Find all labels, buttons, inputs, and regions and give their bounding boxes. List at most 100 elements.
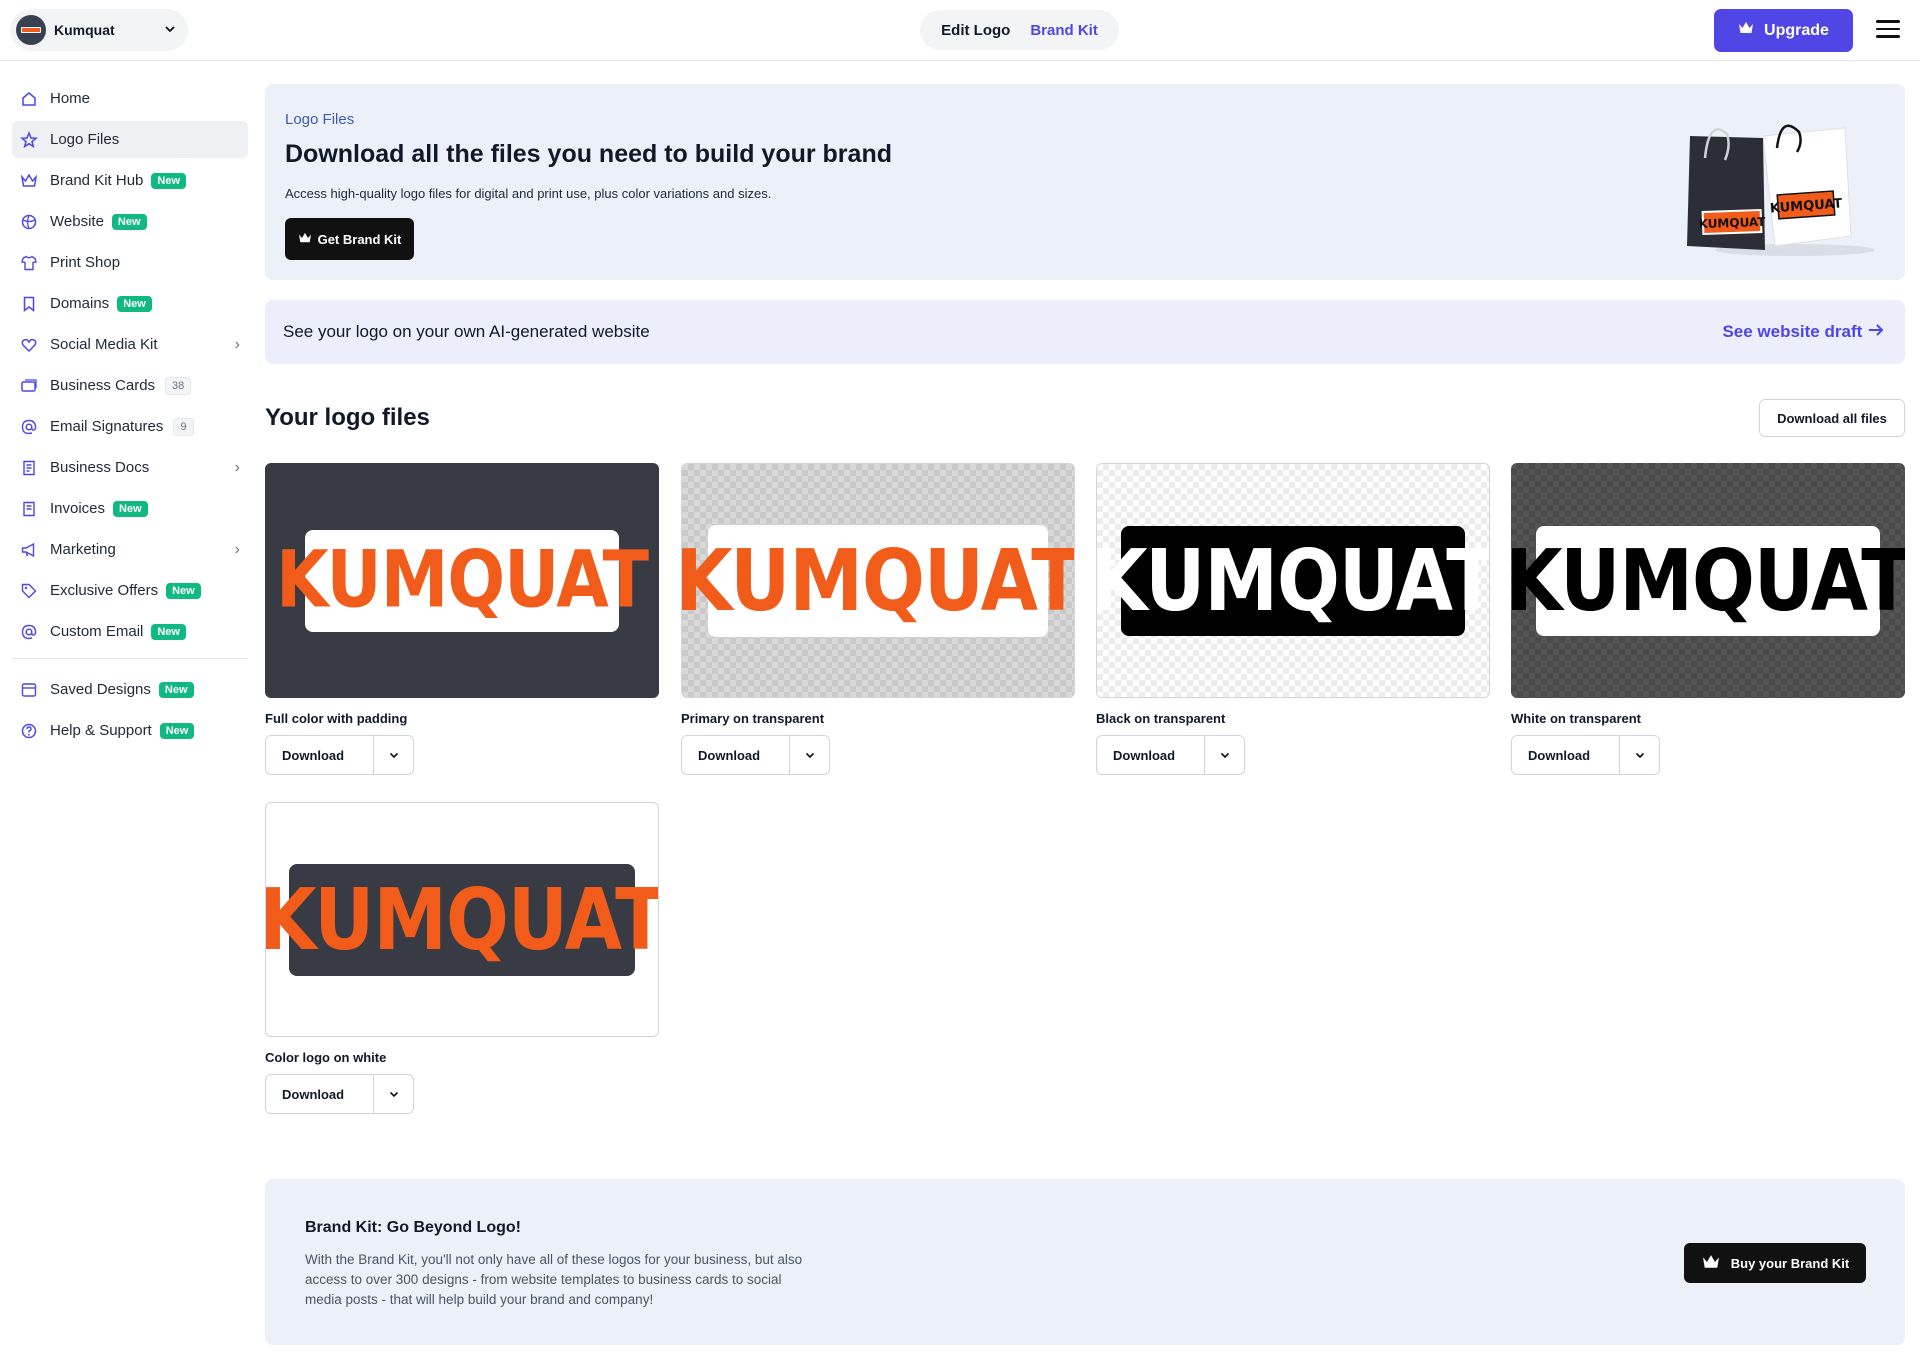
logo-preview[interactable]: KUMQUAT xyxy=(265,802,659,1037)
sidebar-item-label: Business Docs xyxy=(50,459,150,476)
buy-brand-kit-label: Buy your Brand Kit xyxy=(1730,1255,1850,1271)
sidebar-item-saved-designs[interactable]: Saved Designs New xyxy=(12,671,248,708)
logo-preview[interactable]: KUMQUAT xyxy=(265,463,659,698)
sidebar-item-business-docs[interactable]: Business Docs › xyxy=(12,449,248,486)
chevron-down-icon[interactable] xyxy=(1619,736,1659,774)
download-split-button: Download xyxy=(265,1074,414,1114)
sidebar-item-marketing[interactable]: Marketing › xyxy=(12,531,248,568)
download-button[interactable]: Download xyxy=(682,736,789,774)
sidebar-item-help-support[interactable]: Help & Support New xyxy=(12,712,248,749)
sidebar-item-logo-files[interactable]: Logo Files xyxy=(12,121,248,158)
help-icon xyxy=(20,722,38,740)
bookmark-icon xyxy=(20,295,38,313)
chevron-right-icon: › xyxy=(234,335,240,353)
sidebar-divider xyxy=(12,658,248,659)
logo-card-label: Black on transparent xyxy=(1096,711,1226,726)
promo-title: Brand Kit: Go Beyond Logo! xyxy=(305,1219,521,1236)
download-all-button[interactable]: Download all files xyxy=(1759,399,1905,437)
chevron-down-icon[interactable] xyxy=(373,736,413,774)
logo-preview[interactable]: KUMQUAT xyxy=(681,463,1075,698)
buy-brand-kit-button[interactable]: Buy your Brand Kit xyxy=(1684,1243,1866,1283)
home-icon xyxy=(20,90,38,108)
chevron-right-icon: › xyxy=(234,540,240,558)
card-icon xyxy=(20,377,38,395)
top-bar: Kumquat Edit Logo Brand Kit Upgrade xyxy=(0,0,1920,61)
crown-icon xyxy=(1738,21,1754,40)
sidebar-item-label: Logo Files xyxy=(50,131,120,148)
logo-preview[interactable]: KUMQUAT xyxy=(1096,463,1490,698)
doc-icon xyxy=(20,459,38,477)
download-button[interactable]: Download xyxy=(266,736,373,774)
heart-icon xyxy=(20,336,38,354)
new-badge: New xyxy=(117,295,152,312)
logo-card-label: Primary on transparent xyxy=(681,711,825,726)
sidebar-item-invoices[interactable]: Invoices New xyxy=(12,490,248,527)
download-button[interactable]: Download xyxy=(1097,736,1204,774)
brand-switcher[interactable]: Kumquat xyxy=(10,9,188,51)
logo-wordmark: KUMQUAT xyxy=(1096,531,1490,630)
logo-card-white-transparent: KUMQUAT White on transparent Download xyxy=(1511,463,1905,775)
sidebar-item-brand-kit-hub[interactable]: Brand Kit Hub New xyxy=(12,162,248,199)
brand-name: Kumquat xyxy=(54,22,115,38)
hero-description: Access high-quality logo files for digit… xyxy=(285,186,772,201)
chevron-right-icon: › xyxy=(234,458,240,476)
sidebar-item-business-cards[interactable]: Business Cards 38 xyxy=(12,367,248,404)
sidebar-item-domains[interactable]: Domains New xyxy=(12,285,248,322)
tab-edit-logo[interactable]: Edit Logo xyxy=(941,22,1010,39)
sidebar-item-label: Invoices xyxy=(50,500,106,517)
tab-brand-kit[interactable]: Brand Kit xyxy=(1030,22,1098,39)
section-title: Your logo files xyxy=(265,404,430,431)
download-split-button: Download xyxy=(681,735,830,775)
website-banner-text: See your logo on your own AI-generated w… xyxy=(283,322,650,341)
chevron-down-icon[interactable] xyxy=(789,736,829,774)
sidebar-item-label: Brand Kit Hub xyxy=(50,172,144,189)
promo-text: With the Brand Kit, you'll not only have… xyxy=(305,1252,803,1307)
crown-icon xyxy=(20,172,38,190)
new-badge: New xyxy=(151,172,187,189)
invoice-icon xyxy=(20,500,38,518)
hero-banner: Logo Files Download all the files you ne… xyxy=(265,84,1905,280)
sidebar-item-label: Domains xyxy=(50,295,110,312)
sidebar-item-print-shop[interactable]: Print Shop xyxy=(12,244,248,281)
bag-logo-text: KUMQUAT xyxy=(1698,215,1766,231)
get-brand-kit-button[interactable]: Get Brand Kit xyxy=(285,218,414,260)
sidebar-item-home[interactable]: Home xyxy=(12,80,248,117)
chevron-down-icon xyxy=(164,23,176,38)
download-split-button: Download xyxy=(265,735,414,775)
hamburger-menu-icon[interactable] xyxy=(1876,20,1900,40)
new-badge: New xyxy=(166,582,201,599)
chevron-down-icon[interactable] xyxy=(373,1075,413,1113)
logo-card-color-on-white: KUMQUAT Color logo on white Download xyxy=(265,802,659,1114)
sidebar-item-social-media-kit[interactable]: Social Media Kit › xyxy=(12,326,248,363)
download-button[interactable]: Download xyxy=(1512,736,1619,774)
see-website-draft-link[interactable]: See website draft xyxy=(1722,322,1885,342)
logo-card-black-transparent: KUMQUAT Black on transparent Download xyxy=(1096,463,1490,775)
sidebar-item-label: Social Media Kit xyxy=(50,336,158,353)
sidebar-item-label: Exclusive Offers xyxy=(50,582,159,599)
new-badge: New xyxy=(151,623,186,640)
crown-icon xyxy=(298,232,312,247)
logo-preview[interactable]: KUMQUAT xyxy=(1511,463,1905,698)
download-button[interactable]: Download xyxy=(266,1075,373,1113)
logo-wordmark: KUMQUAT xyxy=(1511,531,1905,630)
sidebar-item-custom-email[interactable]: Custom Email New xyxy=(12,613,248,650)
see-website-draft-label: See website draft xyxy=(1722,322,1863,341)
arrow-right-icon xyxy=(1867,322,1885,341)
new-badge: New xyxy=(159,722,195,739)
sidebar-item-label: Email Signatures xyxy=(50,418,164,435)
sidebar-item-email-signatures[interactable]: Email Signatures 9 xyxy=(12,408,248,445)
brand-kit-promo: Brand Kit: Go Beyond Logo! With the Bran… xyxy=(265,1179,1905,1345)
chevron-down-icon[interactable] xyxy=(1204,736,1244,774)
sidebar-item-label: Marketing xyxy=(50,541,116,558)
upgrade-label: Upgrade xyxy=(1764,21,1829,39)
sidebar-item-exclusive-offers[interactable]: Exclusive Offers New xyxy=(12,572,248,609)
sidebar: Home Logo Files Brand Kit Hub New Websit… xyxy=(12,80,248,753)
upgrade-button[interactable]: Upgrade xyxy=(1714,9,1853,52)
sidebar-item-website[interactable]: Website New xyxy=(12,203,248,240)
sidebar-item-label: Business Cards xyxy=(50,377,156,394)
megaphone-icon xyxy=(20,541,38,559)
download-split-button: Download xyxy=(1096,735,1245,775)
brand-avatar xyxy=(16,15,46,45)
star-icon xyxy=(20,130,38,149)
page-title: Download all the files you need to build… xyxy=(285,140,892,168)
